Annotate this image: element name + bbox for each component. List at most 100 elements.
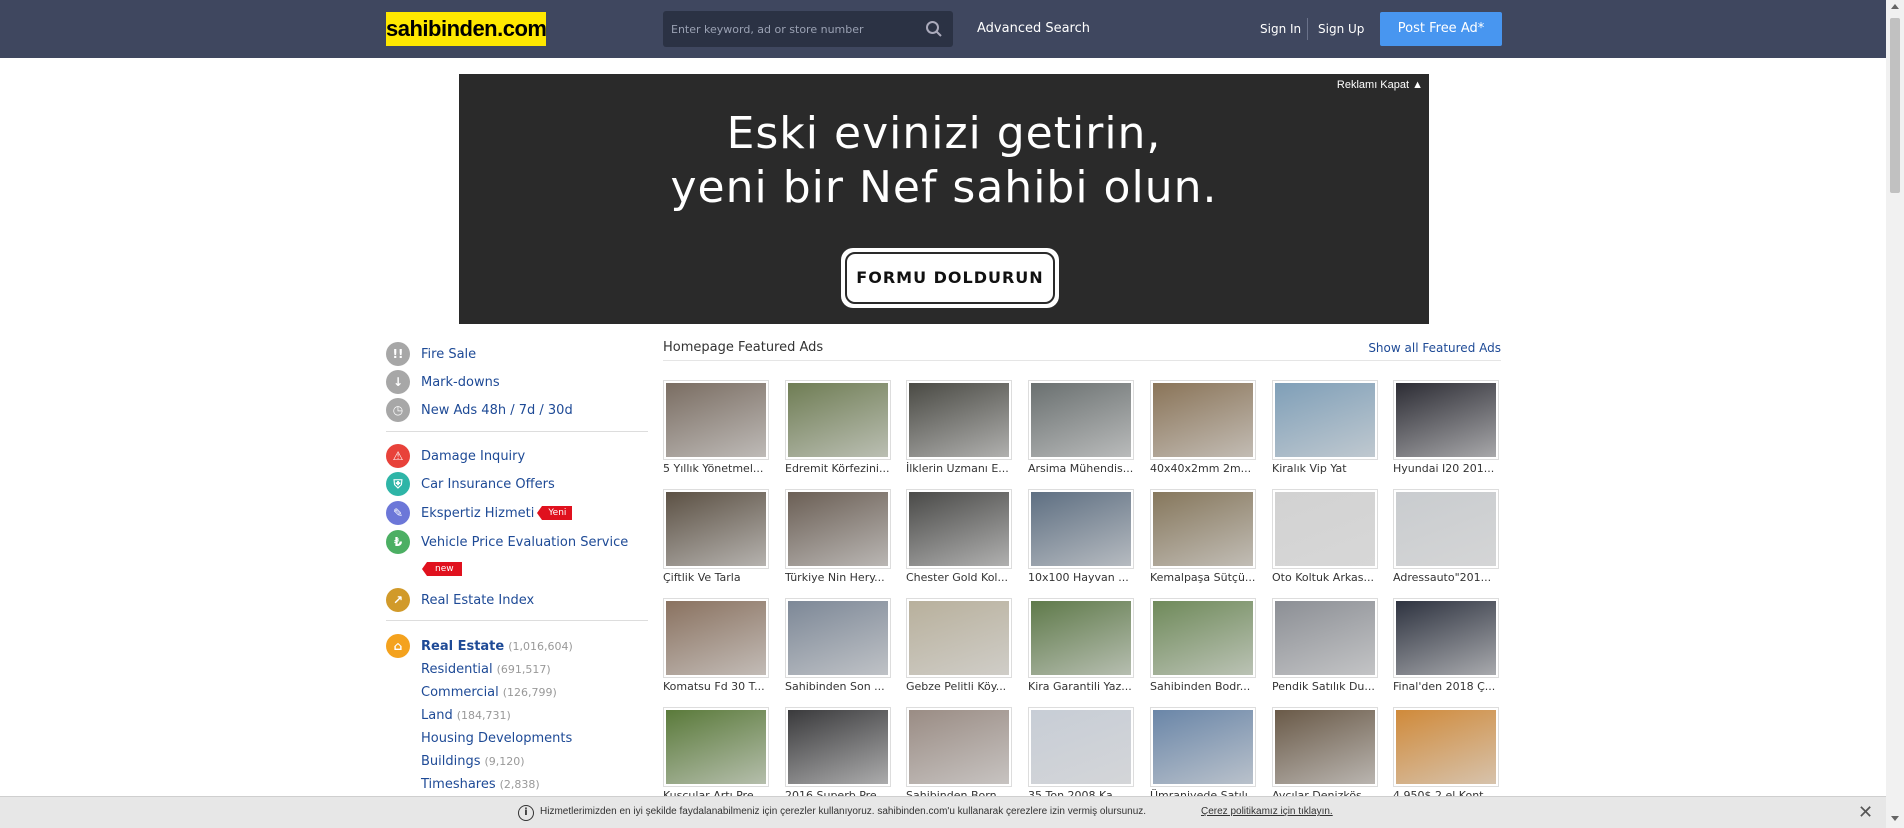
subcategory-land[interactable]: Land (184,731) <box>421 708 511 723</box>
ad-caption[interactable]: Kira Garantili Yaz... <box>1028 680 1134 693</box>
featured-ad-card[interactable]: Adressauto"201... <box>1393 489 1499 584</box>
featured-ad-card[interactable]: Pendik Satılık Du... <box>1272 598 1378 693</box>
sidebar-item-new-ads[interactable]: ◷ New Ads 48h / 7d / 30d <box>386 398 573 422</box>
featured-ad-card[interactable]: Gebze Pelitli Köy... <box>906 598 1012 693</box>
subcategory-buildings[interactable]: Buildings (9,120) <box>421 754 525 769</box>
ad-thumbnail[interactable] <box>785 707 891 787</box>
ad-thumbnail[interactable] <box>1272 380 1378 460</box>
featured-ad-card[interactable]: Kuşcular Artı Pre... <box>663 707 769 802</box>
scroll-down-arrow-icon[interactable] <box>1891 816 1899 821</box>
featured-ad-card[interactable]: Final'den 2018 Ç... <box>1393 598 1499 693</box>
ad-thumbnail[interactable] <box>785 489 891 569</box>
ad-thumbnail[interactable] <box>1393 598 1499 678</box>
ad-caption[interactable]: 40x40x2mm 2m... <box>1150 462 1256 475</box>
ad-caption[interactable]: Türkiye Nin Hery... <box>785 571 891 584</box>
ad-thumbnail[interactable] <box>906 489 1012 569</box>
ad-caption[interactable]: Adressauto"201... <box>1393 571 1499 584</box>
featured-ad-card[interactable]: 4.950$ 2.el Kont... <box>1393 707 1499 802</box>
subcategory-housing-developments[interactable]: Housing Developments <box>421 731 572 746</box>
ad-caption[interactable]: Arsima Mühendis... <box>1028 462 1134 475</box>
featured-ad-card[interactable]: Kiralık Vip Yat <box>1272 380 1378 475</box>
ad-thumbnail[interactable] <box>785 380 891 460</box>
ad-caption[interactable]: Gebze Pelitli Köy... <box>906 680 1012 693</box>
ad-thumbnail[interactable] <box>1028 380 1134 460</box>
featured-ad-card[interactable]: Sahibinden Son ... <box>785 598 891 693</box>
page-scrollbar[interactable] <box>1886 0 1904 828</box>
sidebar-item-price-evaluation[interactable]: ₺ Vehicle Price Evaluation Service <box>386 530 628 554</box>
cookie-policy-link[interactable]: Çerez politikamız için tıklayın. <box>1201 806 1333 817</box>
sign-in-link[interactable]: Sign In <box>1260 22 1301 36</box>
close-icon[interactable]: ✕ <box>1858 802 1873 823</box>
scroll-up-arrow-icon[interactable] <box>1891 4 1899 9</box>
ad-caption[interactable]: Final'den 2018 Ç... <box>1393 680 1499 693</box>
sidebar-item-mark-downs[interactable]: ↓ Mark-downs <box>386 370 500 394</box>
ad-thumbnail[interactable] <box>785 598 891 678</box>
sidebar-item-real-estate-index[interactable]: ↗ Real Estate Index <box>386 588 534 612</box>
ad-caption[interactable]: Kiralık Vip Yat <box>1272 462 1378 475</box>
subcategory-commercial[interactable]: Commercial (126,799) <box>421 685 557 700</box>
sidebar-item-ekspertiz[interactable]: ✎ Ekspertiz Hizmeti Yeni <box>386 501 573 525</box>
ad-caption[interactable]: Chester Gold Kol... <box>906 571 1012 584</box>
featured-ad-card[interactable]: Sahibinden Born... <box>906 707 1012 802</box>
ad-caption[interactable]: Sahibinden Son ... <box>785 680 891 693</box>
ad-caption[interactable]: 10x100 Hayvan ... <box>1028 571 1134 584</box>
sidebar-item-car-insurance[interactable]: ⛨ Car Insurance Offers <box>386 472 555 496</box>
ad-thumbnail[interactable] <box>1393 380 1499 460</box>
ad-thumbnail[interactable] <box>1028 489 1134 569</box>
search-input[interactable] <box>671 11 911 47</box>
sidebar-item-fire-sale[interactable]: !! Fire Sale <box>386 342 476 366</box>
ad-caption[interactable]: Oto Koltuk Arkas... <box>1272 571 1378 584</box>
featured-ad-card[interactable]: 10x100 Hayvan ... <box>1028 489 1134 584</box>
featured-ad-card[interactable]: 5 Yıllık Yönetmel... <box>663 380 769 475</box>
featured-ad-card[interactable]: Oto Koltuk Arkas... <box>1272 489 1378 584</box>
ad-caption[interactable]: Çiftlik Ve Tarla <box>663 571 769 584</box>
ad-thumbnail[interactable] <box>1272 707 1378 787</box>
featured-ad-card[interactable]: 40x40x2mm 2m... <box>1150 380 1256 475</box>
search-box[interactable] <box>663 11 953 47</box>
site-logo[interactable]: sahibinden.com <box>386 12 547 46</box>
ad-thumbnail[interactable] <box>1028 598 1134 678</box>
banner-cta-button[interactable]: FORMU DOLDURUN <box>841 248 1059 308</box>
ad-thumbnail[interactable] <box>663 380 769 460</box>
ad-caption[interactable]: Komatsu Fd 30 T... <box>663 680 769 693</box>
close-ad-button[interactable]: Reklamı Kapat ▲ <box>1337 79 1423 91</box>
featured-ad-card[interactable]: Sahibinden Bodr... <box>1150 598 1256 693</box>
featured-ad-card[interactable]: Türkiye Nin Hery... <box>785 489 891 584</box>
ad-caption[interactable]: İlklerin Uzmanı E... <box>906 462 1012 475</box>
featured-ad-card[interactable]: Arsima Mühendis... <box>1028 380 1134 475</box>
ad-thumbnail[interactable] <box>663 489 769 569</box>
ad-caption[interactable]: Pendik Satılık Du... <box>1272 680 1378 693</box>
subcategory-residential[interactable]: Residential (691,517) <box>421 662 551 677</box>
sidebar-item-damage-inquiry[interactable]: ⚠ Damage Inquiry <box>386 444 525 468</box>
ad-thumbnail[interactable] <box>1150 380 1256 460</box>
ad-thumbnail[interactable] <box>1393 707 1499 787</box>
ad-caption[interactable]: Hyundai I20 201... <box>1393 462 1499 475</box>
featured-ad-card[interactable]: Kira Garantili Yaz... <box>1028 598 1134 693</box>
ad-thumbnail[interactable] <box>1393 489 1499 569</box>
ad-thumbnail[interactable] <box>1150 489 1256 569</box>
featured-ad-card[interactable]: 35 Ton 2008 Ka... <box>1028 707 1134 802</box>
featured-ad-card[interactable]: Edremit Körfezini... <box>785 380 891 475</box>
ad-caption[interactable]: Edremit Körfezini... <box>785 462 891 475</box>
advanced-search-link[interactable]: Advanced Search <box>977 21 1090 36</box>
category-real-estate[interactable]: ⌂ Real Estate (1,016,604) <box>386 634 573 658</box>
featured-ad-card[interactable]: 2016 Superb Pre... <box>785 707 891 802</box>
featured-ad-card[interactable]: Ümraniyede Satılı... <box>1150 707 1256 802</box>
post-free-ad-button[interactable]: Post Free Ad* <box>1380 12 1502 46</box>
ad-thumbnail[interactable] <box>906 598 1012 678</box>
ad-thumbnail[interactable] <box>1150 598 1256 678</box>
show-all-featured-link[interactable]: Show all Featured Ads <box>1368 341 1501 355</box>
ad-thumbnail[interactable] <box>1272 489 1378 569</box>
featured-ad-card[interactable]: İlklerin Uzmanı E... <box>906 380 1012 475</box>
banner-ad[interactable]: Reklamı Kapat ▲ Eski evinizi getirin, ye… <box>459 74 1429 324</box>
featured-ad-card[interactable]: Hyundai I20 201... <box>1393 380 1499 475</box>
featured-ad-card[interactable]: Avcılar Denizköş... <box>1272 707 1378 802</box>
scrollbar-thumb[interactable] <box>1890 18 1900 193</box>
featured-ad-card[interactable]: Chester Gold Kol... <box>906 489 1012 584</box>
ad-caption[interactable]: Sahibinden Bodr... <box>1150 680 1256 693</box>
ad-caption[interactable]: 5 Yıllık Yönetmel... <box>663 462 769 475</box>
ad-thumbnail[interactable] <box>906 707 1012 787</box>
ad-thumbnail[interactable] <box>663 707 769 787</box>
featured-ad-card[interactable]: Kemalpaşa Sütçü... <box>1150 489 1256 584</box>
ad-thumbnail[interactable] <box>663 598 769 678</box>
